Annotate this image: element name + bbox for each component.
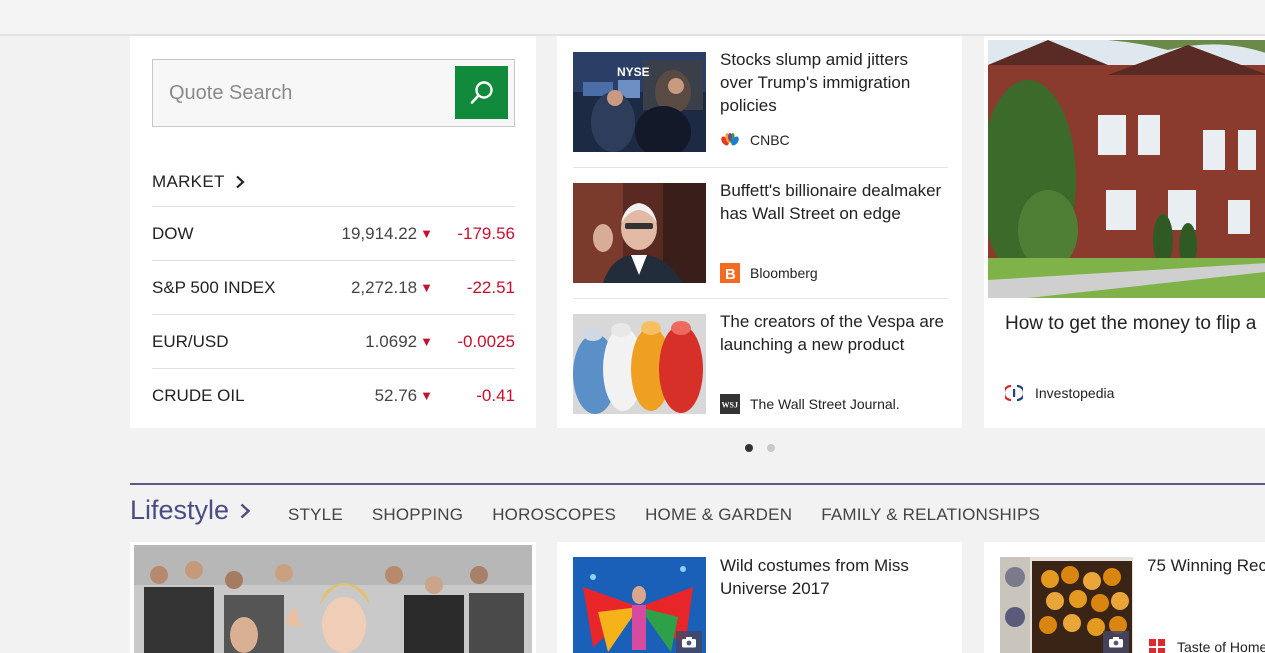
- lifestyle-card-image[interactable]: [134, 545, 532, 653]
- market-table: DOW 19,914.22 ▼ -179.56 S&P 500 INDEX 2,2…: [152, 206, 515, 422]
- lifestyle-card-title[interactable]: 75 Winning Recipes for Super Bowl Potluc…: [1147, 554, 1265, 577]
- market-row-name: EUR/USD: [152, 331, 229, 351]
- taste-of-home-logo-icon: [1147, 637, 1167, 653]
- market-link[interactable]: MARKET: [152, 172, 245, 192]
- camera-icon: [1103, 631, 1129, 653]
- news-source[interactable]: B Bloomberg: [720, 263, 818, 283]
- feature-image[interactable]: [988, 40, 1265, 298]
- lifestyle-nav-home-garden[interactable]: HOME & GARDEN: [645, 505, 792, 525]
- market-row-crude-oil[interactable]: CRUDE OIL 52.76 ▼ -0.41: [152, 368, 515, 422]
- market-row-value: 19,914.22: [341, 223, 418, 243]
- lifestyle-nav-shopping[interactable]: SHOPPING: [372, 505, 463, 525]
- market-row-name: DOW: [152, 223, 194, 243]
- news-item[interactable]: NYSE Stocks slump amid jitters over Trum…: [573, 36, 948, 152]
- market-row-name: CRUDE OIL: [152, 385, 245, 405]
- down-arrow-icon: ▼: [420, 226, 433, 241]
- news-thumbnail[interactable]: NYSE: [573, 52, 706, 152]
- bloomberg-logo-icon: B: [720, 263, 740, 283]
- news-item[interactable]: The creators of the Vespa are launching …: [573, 298, 948, 414]
- carousel-dot-2[interactable]: [767, 444, 775, 452]
- nyse-thumb-label: NYSE: [617, 65, 650, 79]
- news-source-label: Bloomberg: [750, 265, 818, 281]
- down-arrow-icon: ▼: [420, 280, 433, 295]
- lifestyle-card[interactable]: 75 Winning Recipes for Super Bowl Potluc…: [984, 542, 1265, 653]
- lifestyle-title: Lifestyle: [130, 495, 230, 525]
- quote-search-box: [152, 59, 515, 127]
- news-source-label: The Wall Street Journal.: [750, 396, 900, 412]
- news-card: NYSE Stocks slump amid jitters over Trum…: [557, 36, 962, 428]
- market-row-change: -0.0025: [457, 331, 515, 351]
- news-item[interactable]: Buffett's billionaire dealmaker has Wall…: [573, 167, 948, 283]
- market-row-change: -0.41: [476, 385, 515, 405]
- market-header-label: MARKET: [152, 172, 225, 191]
- feature-card[interactable]: How to get the money to flip a Investope…: [984, 36, 1265, 428]
- news-source-label: CNBC: [750, 132, 790, 148]
- market-row-sp500[interactable]: S&P 500 INDEX 2,272.18 ▼ -22.51: [152, 260, 515, 314]
- svg-text:B: B: [725, 266, 736, 283]
- market-row-eurusd[interactable]: EUR/USD 1.0692 ▼ -0.0025: [152, 314, 515, 368]
- market-card: MARKET DOW 19,914.22▼ -179.56 S&P 500 IN…: [130, 36, 536, 428]
- down-arrow-icon: ▼: [420, 388, 433, 403]
- feature-source-label: Investopedia: [1035, 385, 1115, 401]
- news-thumbnail[interactable]: [573, 314, 706, 414]
- lifestyle-card[interactable]: [130, 542, 536, 653]
- market-row-change: -22.51: [466, 277, 515, 297]
- chevron-right-icon: [240, 503, 251, 518]
- down-arrow-icon: ▼: [420, 334, 433, 349]
- lifestyle-section-link[interactable]: Lifestyle: [130, 495, 251, 526]
- market-row-value: 1.0692: [365, 331, 418, 351]
- top-bar: [0, 0, 1265, 36]
- chevron-right-icon: [235, 175, 245, 189]
- market-row-dow[interactable]: DOW 19,914.22 ▼ -179.56: [152, 206, 515, 260]
- news-source[interactable]: CNBC: [720, 132, 790, 148]
- lifestyle-card-source[interactable]: Taste of Home: [1147, 637, 1265, 653]
- investopedia-logo-icon: [1005, 384, 1023, 402]
- lifestyle-thumbnail[interactable]: [573, 557, 706, 653]
- lifestyle-nav-family-relationships[interactable]: FAMILY & RELATIONSHIPS: [821, 505, 1040, 525]
- lifestyle-card[interactable]: Wild costumes from Miss Universe 2017: [557, 542, 962, 653]
- carousel-pagination: [745, 444, 775, 452]
- wsj-logo-icon: WSJ: [720, 394, 740, 414]
- nbc-peacock-icon: [721, 133, 739, 146]
- feature-title[interactable]: How to get the money to flip a: [1005, 313, 1256, 335]
- lifestyle-thumbnail[interactable]: [1000, 557, 1133, 653]
- carousel-dot-1[interactable]: [745, 444, 753, 452]
- market-row-change: -179.56: [457, 223, 515, 243]
- news-thumbnail[interactable]: [573, 183, 706, 283]
- market-row-name: S&P 500 INDEX: [152, 277, 276, 297]
- quote-search-button[interactable]: [455, 66, 508, 119]
- news-source[interactable]: WSJ The Wall Street Journal.: [720, 394, 900, 414]
- lifestyle-nav-style[interactable]: STYLE: [288, 505, 343, 525]
- svg-text:WSJ: WSJ: [722, 401, 738, 410]
- section-divider: [130, 483, 1265, 485]
- lifestyle-nav: STYLE SHOPPING HOROSCOPES HOME & GARDEN …: [288, 505, 1040, 525]
- market-row-value: 52.76: [374, 385, 418, 405]
- lifestyle-card-source-label: Taste of Home: [1177, 639, 1265, 653]
- lifestyle-card-title[interactable]: Wild costumes from Miss Universe 2017: [720, 554, 940, 600]
- feature-source[interactable]: Investopedia: [1005, 384, 1114, 402]
- quote-search-input[interactable]: [153, 60, 453, 126]
- news-title[interactable]: Buffett's billionaire dealmaker has Wall…: [720, 179, 945, 225]
- news-title[interactable]: The creators of the Vespa are launching …: [720, 310, 945, 356]
- search-icon: [470, 80, 493, 104]
- market-row-value: 2,272.18: [350, 277, 418, 297]
- camera-icon: [676, 631, 702, 653]
- news-title[interactable]: Stocks slump amid jitters over Trump's i…: [720, 48, 945, 117]
- lifestyle-nav-horoscopes[interactable]: HOROSCOPES: [492, 505, 616, 525]
